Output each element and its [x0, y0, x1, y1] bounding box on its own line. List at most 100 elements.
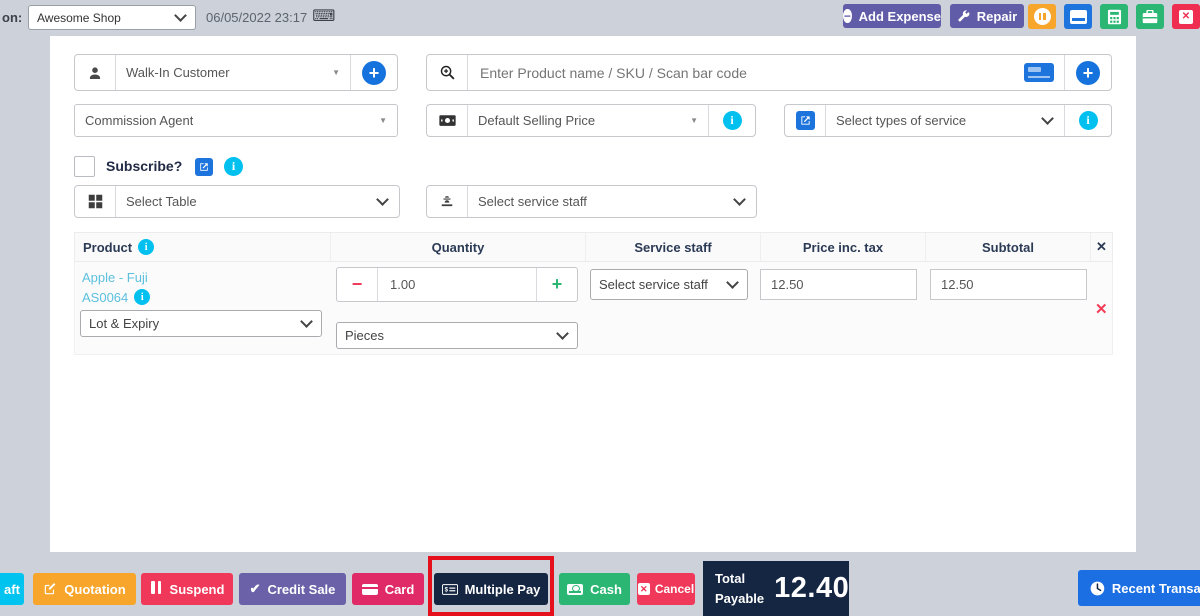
col-service-staff: Service staff [586, 233, 761, 261]
check-icon: ✔ [250, 581, 261, 597]
service-type-icon-cell [785, 105, 826, 136]
multiple-pay-button[interactable]: $ Multiple Pay [434, 573, 548, 605]
product-search-group: + [426, 54, 1112, 91]
add-expense-button[interactable]: − Add Expense [843, 4, 941, 28]
total-payable-label: Total Payable [715, 569, 764, 608]
keyboard-icon[interactable]: ⌨ [312, 9, 335, 25]
edit-icon [43, 582, 57, 596]
recent-transactions-button[interactable]: Recent Transac [1078, 570, 1200, 606]
weighing-scale-icon [1024, 63, 1054, 82]
service-staff-icon [440, 195, 454, 209]
cancel-label: Cancel [655, 582, 694, 596]
draft-label: aft [4, 582, 20, 597]
customer-icon-cell [75, 55, 116, 90]
close-pos-button[interactable]: ✕ [1172, 4, 1200, 29]
credit-sale-button[interactable]: ✔ Credit Sale [239, 573, 346, 605]
cash-register-button[interactable] [1064, 4, 1092, 29]
credit-sale-label: Credit Sale [267, 582, 335, 597]
quantity-input[interactable] [378, 268, 536, 301]
search-plus-icon [439, 64, 456, 81]
price-group-select[interactable]: Default Selling Price ▼ [468, 105, 708, 136]
col-remove: ✕ [1091, 233, 1112, 261]
cash-label: Cash [590, 582, 622, 597]
subscribe-link-button[interactable] [195, 158, 213, 176]
quantity-stepper: − + [336, 267, 578, 302]
svg-text:$: $ [444, 587, 448, 593]
unit-value: Pieces [345, 328, 384, 343]
cancel-button[interactable]: ✕ Cancel [637, 573, 695, 605]
register-window-icon [1070, 10, 1087, 24]
calculator-button[interactable] [1100, 4, 1128, 29]
subtotal-input[interactable] [930, 269, 1087, 300]
transaction-datetime: 06/05/2022 23:17 ⌨ [206, 9, 335, 25]
plus-circle-icon: + [1076, 61, 1100, 85]
price-group-select-group: Default Selling Price ▼ i [426, 104, 756, 137]
subscribe-checkbox[interactable] [74, 156, 95, 177]
info-icon[interactable]: i [134, 289, 150, 305]
row-service-staff-select[interactable]: Select service staff [590, 269, 748, 300]
draft-button[interactable]: aft [0, 573, 24, 605]
unit-select[interactable]: Pieces [336, 322, 578, 349]
calculator-icon [1107, 9, 1122, 25]
briefcase-button[interactable] [1136, 4, 1164, 29]
cart-table-header: Product i Quantity Service staff Price i… [74, 232, 1113, 262]
add-customer-button[interactable]: + [350, 55, 397, 90]
price-group-value: Default Selling Price [478, 113, 595, 128]
recent-transactions-label: Recent Transac [1112, 581, 1200, 596]
quantity-increase-button[interactable]: + [536, 268, 577, 301]
table-grid-icon [88, 194, 103, 209]
staff-icon-cell [427, 186, 468, 217]
service-staff-select-group: Select service staff [426, 185, 757, 218]
weighing-scale-button[interactable] [1014, 55, 1064, 90]
product-name-link[interactable]: Apple - Fuji [82, 270, 148, 285]
commission-agent-select[interactable]: Commission Agent ▼ [74, 104, 398, 137]
lot-expiry-select[interactable]: Lot & Expiry [80, 310, 322, 337]
add-expense-label: Add Expense [859, 9, 941, 24]
datetime-value: 06/05/2022 23:17 [206, 10, 307, 25]
chevron-down-icon [376, 193, 389, 206]
card-label: Card [385, 582, 415, 597]
commission-agent-value: Commission Agent [85, 113, 193, 128]
cash-button[interactable]: Cash [559, 573, 630, 605]
info-icon: i [1079, 111, 1098, 130]
service-staff-select[interactable]: Select service staff [468, 186, 756, 217]
product-search-input[interactable] [468, 55, 1014, 90]
table-select[interactable]: Select Table [116, 186, 399, 217]
remove-row-button[interactable]: ✕ [1095, 300, 1108, 318]
subscribe-info-button[interactable]: i [224, 157, 243, 176]
col-product: Product i [75, 233, 331, 261]
plus-circle-icon: + [362, 61, 386, 85]
money-bill-icon [567, 584, 583, 595]
price-inc-tax-input[interactable] [760, 269, 917, 300]
col-quantity: Quantity [331, 233, 586, 261]
customer-select[interactable]: Walk-In Customer ▼ [116, 55, 350, 90]
info-icon[interactable]: i [138, 239, 154, 255]
suspend-label: Suspend [170, 582, 225, 597]
price-group-info-button[interactable]: i [708, 105, 755, 136]
chevron-down-icon [733, 193, 746, 206]
shop-select-value: Awesome Shop [37, 11, 121, 25]
suspended-sales-button[interactable] [1028, 4, 1056, 29]
row-service-staff-value: Select service staff [599, 277, 708, 292]
quantity-decrease-button[interactable]: − [337, 268, 378, 301]
table-icon-cell [75, 186, 116, 217]
repair-button[interactable]: Repair [950, 4, 1024, 28]
chevron-down-icon [556, 327, 569, 340]
wrench-icon [957, 10, 970, 23]
pause-circle-icon [1034, 8, 1051, 25]
service-type-info-button[interactable]: i [1064, 105, 1111, 136]
repair-label: Repair [977, 9, 1017, 24]
card-button[interactable]: Card [352, 573, 424, 605]
x-square-icon: ✕ [638, 583, 650, 595]
pos-screen: on: Awesome Shop 06/05/2022 23:17 ⌨ − Ad… [0, 0, 1200, 616]
caret-down-icon: ▼ [332, 68, 340, 77]
subscribe-label: Subscribe? [106, 158, 182, 174]
add-product-button[interactable]: + [1064, 55, 1111, 90]
suspend-button[interactable]: Suspend [141, 573, 233, 605]
service-type-select[interactable]: Select types of service [826, 105, 1064, 136]
chevron-down-icon [1041, 112, 1054, 125]
quotation-button[interactable]: Quotation [33, 573, 136, 605]
banknote-icon [439, 114, 456, 127]
shop-select[interactable]: Awesome Shop [28, 5, 196, 30]
customer-select-value: Walk-In Customer [126, 65, 230, 80]
